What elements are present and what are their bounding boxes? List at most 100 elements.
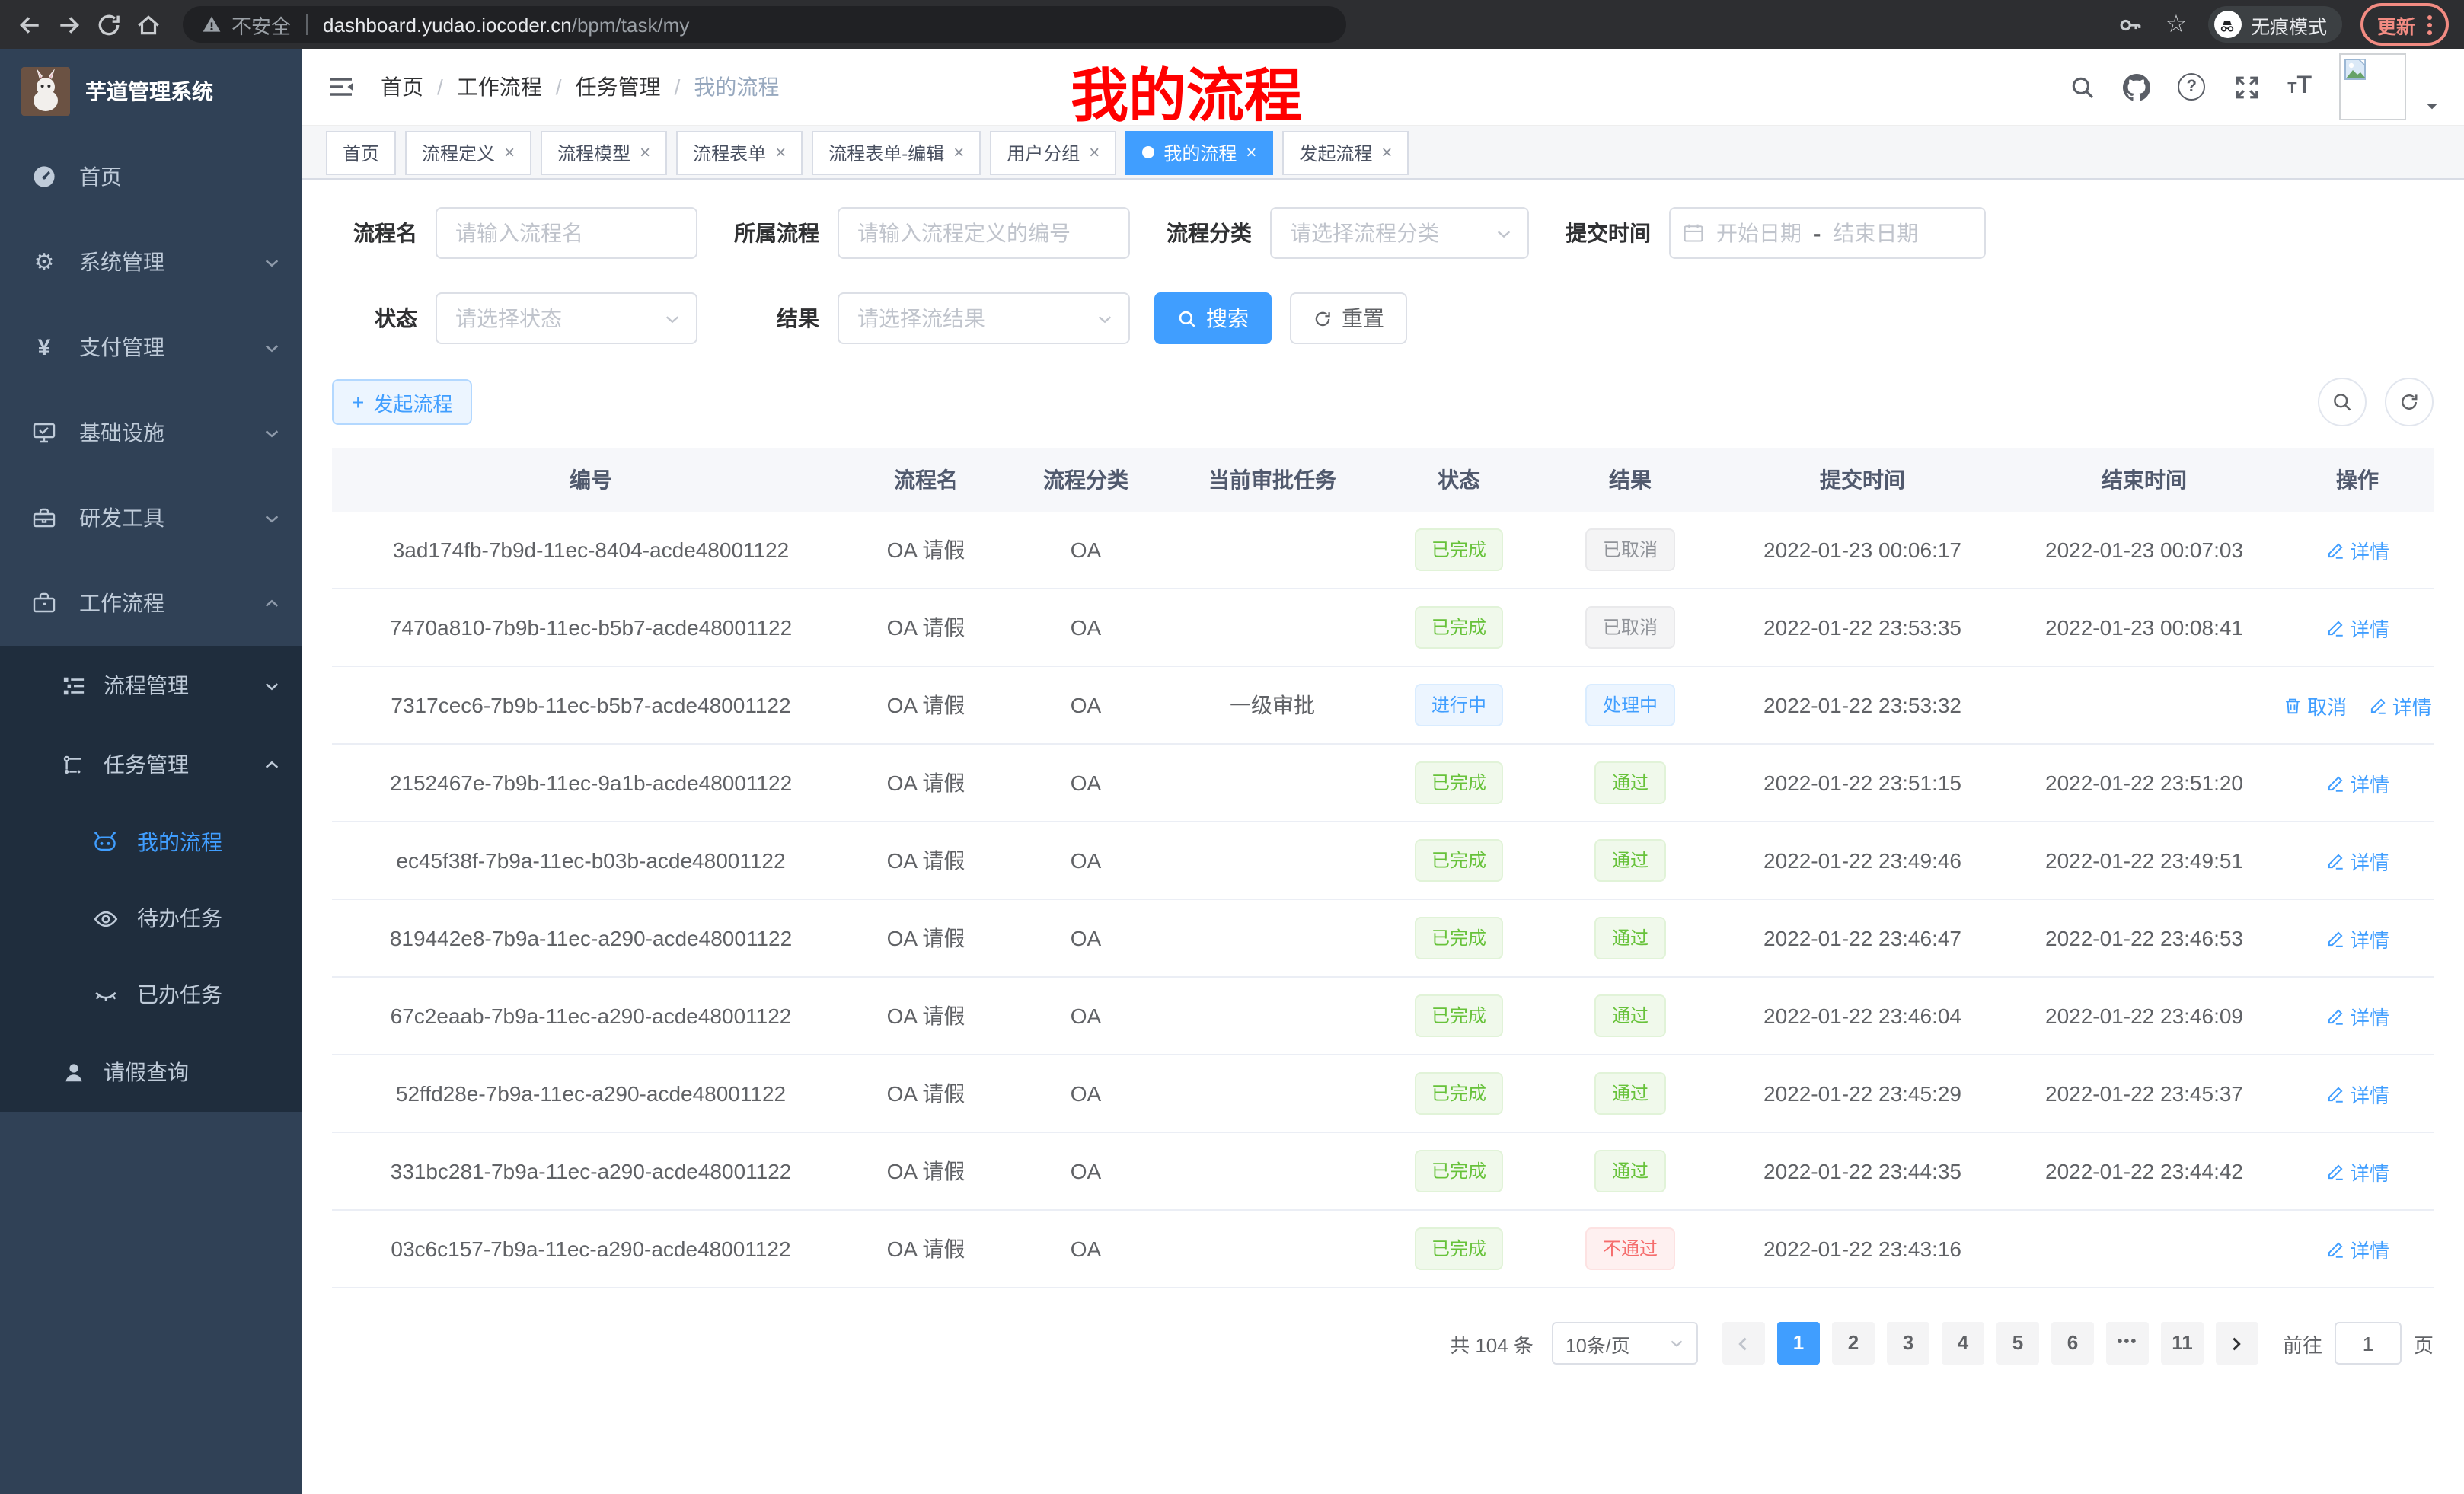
url-path[interactable]: /bpm/task/my bbox=[572, 13, 690, 36]
page-button-11[interactable]: 11 bbox=[2161, 1322, 2204, 1365]
tab-process-definition[interactable]: 流程定义× bbox=[405, 130, 531, 174]
back-icon[interactable] bbox=[15, 11, 43, 38]
status-select[interactable]: 请选择状态 bbox=[436, 292, 697, 344]
page-button-4[interactable]: 4 bbox=[1942, 1322, 1984, 1365]
detail-link[interactable]: 详情 bbox=[2325, 924, 2389, 953]
next-page-button[interactable] bbox=[2216, 1322, 2258, 1365]
sidebar-item-done-tasks[interactable]: 已办任务 bbox=[0, 956, 302, 1033]
start-process-button[interactable]: + 发起流程 bbox=[332, 379, 472, 425]
close-icon[interactable]: × bbox=[640, 142, 650, 163]
search-button-label: 搜索 bbox=[1206, 303, 1249, 334]
close-icon[interactable]: × bbox=[504, 142, 515, 163]
detail-link[interactable]: 详情 bbox=[2368, 691, 2432, 720]
sidebar-item-devtools[interactable]: 研发工具 bbox=[0, 475, 302, 560]
detail-link[interactable]: 详情 bbox=[2325, 535, 2389, 564]
detail-link[interactable]: 详情 bbox=[2325, 613, 2389, 642]
page-button-5[interactable]: 5 bbox=[1996, 1322, 2039, 1365]
table-row: 819442e8-7b9a-11ec-a290-acde48001122 OA … bbox=[332, 899, 2434, 977]
sidebar-item-my-process[interactable]: 我的流程 bbox=[0, 804, 302, 880]
tab-home[interactable]: 首页 bbox=[326, 130, 396, 174]
browser-menu-icon[interactable] bbox=[2427, 14, 2432, 34]
cell-submit-time: 2022-01-23 00:06:17 bbox=[1718, 512, 2007, 589]
close-icon[interactable]: × bbox=[1381, 142, 1392, 163]
result-select[interactable]: 请选择流结果 bbox=[838, 292, 1130, 344]
sidebar-collapse-icon[interactable] bbox=[326, 72, 356, 102]
close-icon[interactable]: × bbox=[953, 142, 964, 163]
address-bar[interactable]: 不安全 dashboard.yudao.iocoder.cn /bpm/task… bbox=[183, 6, 1346, 43]
detail-link[interactable]: 详情 bbox=[2325, 1079, 2389, 1108]
reload-icon[interactable] bbox=[94, 11, 122, 38]
result-badge: 已取消 bbox=[1586, 606, 1674, 649]
submit-time-range-picker[interactable]: 开始日期 - 结束日期 bbox=[1669, 207, 1986, 259]
forward-icon[interactable] bbox=[55, 11, 82, 38]
github-icon[interactable] bbox=[2123, 73, 2150, 101]
avatar-caret-icon[interactable] bbox=[2424, 99, 2440, 114]
toolbar-search-icon[interactable] bbox=[2318, 378, 2367, 426]
url-host[interactable]: dashboard.yudao.iocoder.cn bbox=[323, 13, 572, 36]
bookmark-star-icon[interactable]: ☆ bbox=[2162, 11, 2190, 38]
sidebar-item-infrastructure[interactable]: 基础设施 bbox=[0, 390, 302, 475]
detail-link[interactable]: 详情 bbox=[2325, 1001, 2389, 1030]
plus-icon: + bbox=[352, 390, 364, 414]
tab-user-group[interactable]: 用户分组× bbox=[990, 130, 1116, 174]
detail-link[interactable]: 详情 bbox=[2325, 768, 2389, 797]
tab-start-process[interactable]: 发起流程× bbox=[1282, 130, 1409, 174]
page-size-select[interactable]: 10条/页 bbox=[1552, 1322, 1698, 1365]
search-button[interactable]: 搜索 bbox=[1154, 292, 1272, 344]
reset-button[interactable]: 重置 bbox=[1290, 292, 1407, 344]
sidebar-item-workflow[interactable]: 工作流程 bbox=[0, 560, 302, 646]
avatar[interactable] bbox=[2339, 53, 2406, 120]
detail-label: 详情 bbox=[2350, 1001, 2389, 1030]
page-button-3[interactable]: 3 bbox=[1887, 1322, 1929, 1365]
close-icon[interactable]: × bbox=[1246, 142, 1256, 163]
tab-process-form[interactable]: 流程表单× bbox=[676, 130, 803, 174]
page-button-2[interactable]: 2 bbox=[1832, 1322, 1875, 1365]
close-icon[interactable]: × bbox=[1089, 142, 1100, 163]
tab-process-form-edit[interactable]: 流程表单-编辑× bbox=[812, 130, 981, 174]
sidebar-item-home[interactable]: 首页 bbox=[0, 134, 302, 219]
tab-process-model[interactable]: 流程模型× bbox=[541, 130, 667, 174]
sidebar-item-system[interactable]: ⚙ 系统管理 bbox=[0, 219, 302, 305]
process-name-label: 流程名 bbox=[332, 218, 417, 248]
process-category-select[interactable]: 请选择流程分类 bbox=[1270, 207, 1529, 259]
tab-my-process[interactable]: 我的流程× bbox=[1125, 130, 1273, 174]
sidebar-item-task-management[interactable]: 任务管理 bbox=[0, 725, 302, 804]
close-icon[interactable]: × bbox=[775, 142, 786, 163]
breadcrumb-home[interactable]: 首页 bbox=[381, 72, 423, 102]
password-key-icon[interactable] bbox=[2117, 11, 2144, 38]
help-icon[interactable]: ? bbox=[2178, 73, 2205, 101]
fullscreen-icon[interactable] bbox=[2233, 73, 2260, 101]
breadcrumb-workflow[interactable]: 工作流程 bbox=[457, 72, 542, 102]
cell-current-task[interactable]: 一级审批 bbox=[1170, 666, 1375, 744]
detail-link[interactable]: 详情 bbox=[2325, 846, 2389, 875]
cell-current-task bbox=[1170, 899, 1375, 977]
detail-link[interactable]: 详情 bbox=[2325, 1234, 2389, 1263]
app-title: 芋道管理系统 bbox=[85, 76, 213, 107]
process-definition-input[interactable] bbox=[838, 207, 1130, 259]
browser-toolbar: 不安全 dashboard.yudao.iocoder.cn /bpm/task… bbox=[0, 0, 2464, 49]
table-row: ec45f38f-7b9a-11ec-b03b-acde48001122 OA … bbox=[332, 822, 2434, 899]
process-name-input[interactable] bbox=[436, 207, 697, 259]
search-icon[interactable] bbox=[2068, 73, 2095, 101]
update-button[interactable]: 更新 bbox=[2360, 3, 2449, 46]
cancel-link[interactable]: 取消 bbox=[2283, 691, 2347, 720]
page-ellipsis[interactable]: ••• bbox=[2106, 1322, 2149, 1365]
toolbar-refresh-icon[interactable] bbox=[2385, 378, 2434, 426]
cell-category: OA bbox=[1002, 899, 1170, 977]
home-icon[interactable] bbox=[134, 11, 161, 38]
active-dot bbox=[1142, 146, 1154, 158]
sidebar-item-payment[interactable]: ¥ 支付管理 bbox=[0, 305, 302, 390]
goto-page-input[interactable] bbox=[2335, 1322, 2402, 1365]
security-label[interactable]: 不安全 bbox=[231, 10, 291, 39]
col-header-status: 状态 bbox=[1375, 448, 1543, 512]
update-label[interactable]: 更新 bbox=[2377, 10, 2415, 39]
sidebar-item-todo-tasks[interactable]: 待办任务 bbox=[0, 880, 302, 956]
detail-link[interactable]: 详情 bbox=[2325, 1157, 2389, 1186]
sidebar-item-leave-query[interactable]: 请假查询 bbox=[0, 1033, 302, 1112]
sidebar-item-process-management[interactable]: 流程管理 bbox=[0, 646, 302, 725]
page-button-1[interactable]: 1 bbox=[1777, 1322, 1820, 1365]
page-button-6[interactable]: 6 bbox=[2051, 1322, 2094, 1365]
breadcrumb-task-management[interactable]: 任务管理 bbox=[576, 72, 661, 102]
font-size-icon[interactable]: TT bbox=[2287, 73, 2312, 101]
prev-page-button[interactable] bbox=[1722, 1322, 1765, 1365]
